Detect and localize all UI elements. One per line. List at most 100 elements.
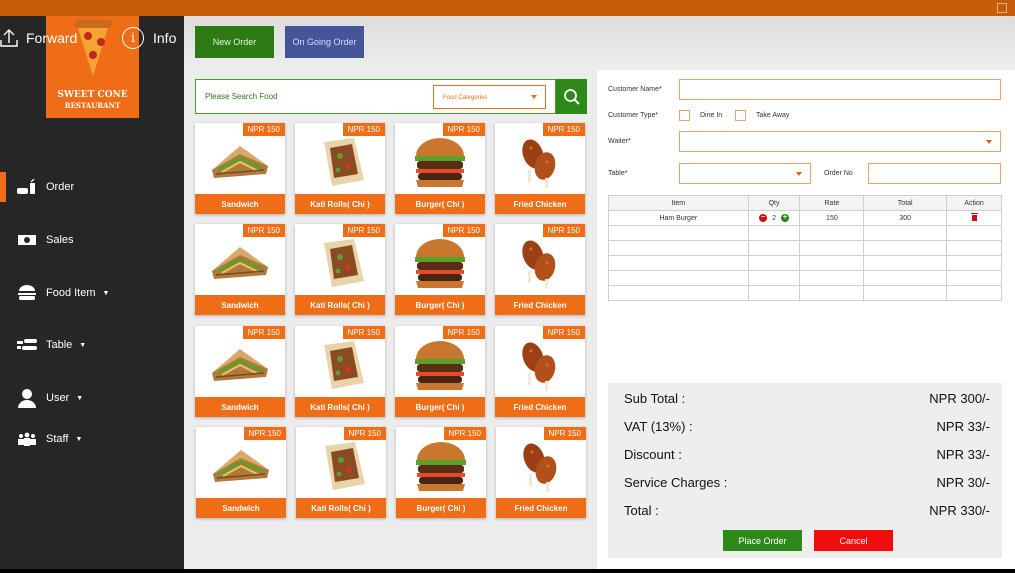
staff-icon	[16, 432, 38, 446]
food-name: Kati Rolls( Chi )	[295, 194, 385, 214]
row-rate: 150	[799, 210, 865, 226]
food-card[interactable]: NPR 150 Sandwich	[195, 326, 285, 417]
vat-label: VAT (13%) :	[624, 419, 693, 434]
food-name: Burger( Chi )	[395, 194, 485, 214]
food-categories-dropdown[interactable]: Food Categories	[433, 85, 546, 109]
sidebar-item-label: User	[46, 392, 70, 404]
table-select[interactable]	[679, 163, 811, 184]
table-icon	[16, 339, 38, 351]
restore-icon[interactable]	[997, 3, 1007, 13]
food-card[interactable]: NPR 150 Burger( Chi )	[396, 427, 486, 518]
price-badge: NPR 150	[542, 224, 585, 237]
food-card[interactable]: NPR 150 Sandwich	[195, 224, 285, 315]
food-card[interactable]: NPR 150 Kati Rolls( Chi )	[296, 427, 386, 518]
food-card[interactable]: NPR 150 Burger( Chi )	[395, 123, 485, 214]
forward-button[interactable]: Forward	[0, 26, 77, 50]
service-charges-label: Service Charges :	[624, 475, 728, 490]
table-label: Table*	[608, 170, 628, 177]
food-card[interactable]: NPR 150 Fried Chicken	[495, 123, 585, 214]
food-card[interactable]: NPR 150 Fried Chicken	[496, 427, 586, 518]
trash-icon[interactable]	[970, 212, 978, 221]
table-row	[608, 225, 1002, 241]
sidebar-item-label: Table	[46, 339, 73, 351]
sidebar-item-user[interactable]: User ▼	[0, 383, 184, 413]
search-bar: Please Search Food Food Categories	[195, 79, 556, 114]
sidebar-item-label: Staff	[46, 433, 69, 445]
food-card[interactable]: NPR 150 Fried Chicken	[495, 326, 585, 417]
qty-cell: −2 +	[747, 210, 801, 226]
roll-image	[295, 334, 385, 396]
customer-type-label: Customer Type*	[608, 112, 659, 119]
info-button[interactable]: i Info	[122, 26, 176, 50]
food-name: Kati Rolls( Chi )	[295, 295, 385, 315]
chevron-down-icon: ▼	[75, 435, 83, 443]
dine-in-checkbox[interactable]	[679, 110, 690, 121]
sidebar-item-label: Sales	[46, 234, 74, 246]
food-name: Fried Chicken	[495, 397, 585, 417]
food-card[interactable]: NPR 150 Kati Rolls( Chi )	[295, 326, 385, 417]
food-card[interactable]: NPR 150 Fried Chicken	[495, 224, 585, 315]
food-card[interactable]: NPR 150 Sandwich	[196, 427, 286, 518]
new-order-button[interactable]: New Order	[195, 26, 274, 58]
order-panel: Customer Name* Customer Type* Dine In Ta…	[597, 70, 1015, 569]
price-badge: NPR 150	[343, 427, 386, 440]
row-item: Ham Burger	[608, 210, 749, 226]
price-badge: NPR 150	[542, 123, 585, 136]
sidebar-item-food-item[interactable]: Food Item ▼	[0, 278, 184, 308]
food-card[interactable]: NPR 150 Burger( Chi )	[395, 326, 485, 417]
discount-value: NPR 33/-	[936, 447, 990, 462]
burger-image	[396, 435, 486, 497]
sidebar-item-table[interactable]: Table ▼	[0, 330, 184, 360]
plus-icon[interactable]: +	[781, 214, 789, 222]
chevron-down-icon	[796, 172, 802, 176]
waiter-select[interactable]	[679, 131, 1001, 152]
place-order-button[interactable]: Place Order	[723, 530, 802, 551]
burger-icon	[16, 285, 38, 301]
discount-row: Discount : NPR 33/-	[624, 447, 990, 467]
discount-label: Discount :	[624, 447, 682, 462]
ongoing-order-button[interactable]: On Going Order	[285, 26, 364, 58]
search-input[interactable]: Please Search Food	[205, 92, 278, 101]
sidebar-item-label: Food Item	[46, 287, 96, 299]
cancel-button[interactable]: Cancel	[814, 530, 893, 551]
take-away-checkbox[interactable]	[735, 110, 746, 121]
price-badge: NPR 150	[242, 123, 285, 136]
burger-image	[395, 131, 485, 193]
food-card[interactable]: NPR 150 Burger( Chi )	[395, 224, 485, 315]
col-action: Action	[946, 195, 1002, 211]
burger-image	[395, 232, 485, 294]
col-item: Item	[608, 195, 749, 211]
chevron-down-icon: ▼	[79, 341, 87, 349]
sidebar-item-staff[interactable]: Staff ▼	[0, 424, 184, 454]
price-badge: NPR 150	[442, 224, 485, 237]
order-items-table: Item Qty Rate Total Action Ham Burger −2…	[608, 195, 1002, 301]
food-name: Fried Chicken	[495, 194, 585, 214]
chevron-down-icon: ▼	[102, 289, 110, 297]
info-label: Info	[153, 30, 177, 46]
chevron-down-icon	[986, 140, 992, 144]
table-row: Ham Burger −2 + 150 300	[608, 210, 1002, 226]
sub-total-value: NPR 300/-	[929, 391, 990, 406]
logo-subtitle: RESTAURANT	[64, 101, 121, 110]
table-row	[608, 255, 1002, 271]
order-no-field[interactable]	[868, 163, 1001, 184]
food-name: Sandwich	[195, 194, 285, 214]
vat-value: NPR 33/-	[936, 419, 990, 434]
burger-image	[395, 334, 485, 396]
table-row	[608, 285, 1002, 301]
customer-name-field[interactable]	[679, 79, 1001, 100]
food-name: Fried Chicken	[496, 498, 586, 518]
chevron-down-icon: ▼	[76, 394, 84, 402]
food-card[interactable]: NPR 150 Sandwich	[195, 123, 285, 214]
sandwich-image	[195, 131, 285, 193]
sidebar-item-order[interactable]: Order	[0, 172, 184, 202]
chicken-image	[496, 435, 586, 497]
user-icon	[16, 388, 38, 408]
sidebar-item-sales[interactable]: Sales	[0, 225, 184, 255]
food-card[interactable]: NPR 150 Kati Rolls( Chi )	[295, 123, 385, 214]
food-card[interactable]: NPR 150 Kati Rolls( Chi )	[295, 224, 385, 315]
action-cell	[946, 210, 1002, 226]
table-header-row: Item Qty Rate Total Action	[608, 195, 1002, 211]
search-button[interactable]	[556, 79, 587, 114]
minus-icon[interactable]: −	[759, 214, 768, 222]
